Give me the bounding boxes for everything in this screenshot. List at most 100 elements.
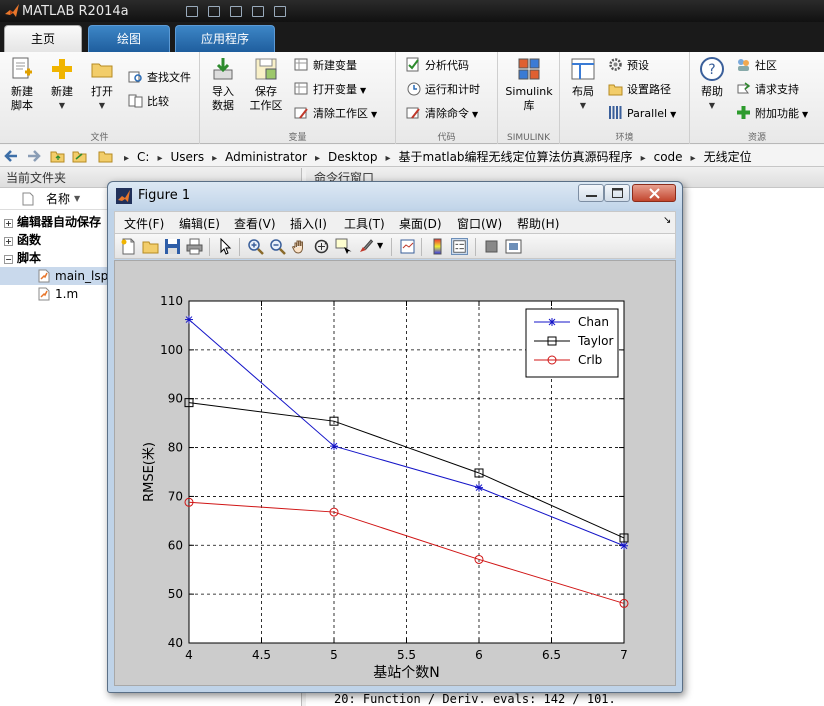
tab-plots[interactable]: 绘图 [88,25,170,52]
hide-plot-tools-icon[interactable] [483,238,500,255]
set-path-button[interactable]: 设置路径 [608,80,671,100]
compare-button[interactable]: 比较 [128,92,169,112]
menu-help[interactable]: 帮助(H) [517,215,559,232]
clear-workspace-button[interactable]: 清除工作区 ▼ [294,104,377,124]
browse-folder-icon[interactable] [72,149,87,163]
pointer-icon[interactable] [217,238,234,255]
data-cursor-icon[interactable] [335,238,352,255]
help-button[interactable]: ? 帮助 ▼ [696,56,728,113]
import-data-button[interactable]: 导入 数据 [206,56,240,113]
menu-file[interactable]: 文件(F) [124,215,164,232]
community-button[interactable]: 社区 [736,56,777,76]
tree-folder-item[interactable]: + 函数 [0,231,41,249]
print-icon[interactable] [186,238,203,255]
toolbar-separator [421,238,422,256]
y-tick-label: 100 [160,343,183,357]
menu-window[interactable]: 窗口(W) [457,215,502,232]
figure-toolbar: ▼ [114,233,676,259]
menu-desktop[interactable]: 桌面(D) [399,215,442,232]
breadcrumb-separator-icon: ▸ [690,153,696,164]
matlab-file-icon [38,269,50,283]
brush-icon[interactable] [357,238,374,255]
data-point-chan [185,315,193,324]
chevron-down-icon: ▼ [472,110,479,119]
tree-folder-item[interactable]: + 编辑器自动保存 [0,213,101,231]
figure-title-bar[interactable]: Figure 1 [108,182,682,209]
analyze-code-button[interactable]: 分析代码 [406,56,469,76]
legend-icon[interactable] [451,238,468,255]
breadcrumb-segment[interactable]: code [654,150,683,164]
quick-access-icon[interactable] [186,6,198,17]
breadcrumb-segment[interactable]: Administrator [225,150,307,164]
preferences-button[interactable]: 预设 [608,56,649,76]
breadcrumb-segment[interactable]: 无线定位 [704,148,752,165]
new-variable-button[interactable]: 新建变量 [294,56,357,76]
chevron-down-icon[interactable]: ▼ [377,241,383,250]
tree-folder-item[interactable]: − 脚本 [0,249,41,267]
run-and-time-button[interactable]: 运行和计时 [406,80,480,100]
up-folder-icon[interactable] [50,149,65,163]
parallel-button[interactable]: Parallel ▼ [608,104,676,124]
ribbon-tab-bar: 主页 绘图 应用程序 [0,22,824,52]
minimize-button[interactable] [578,184,604,202]
tab-home[interactable]: 主页 [4,25,82,52]
breadcrumb-segment[interactable]: 基于matlab编程无线定位算法仿真源码程序 [399,148,633,165]
close-button[interactable] [632,184,676,202]
folder-icon [91,63,113,78]
pan-hand-icon[interactable] [291,238,308,255]
addons-button[interactable]: 附加功能 ▼ [736,104,808,124]
quick-access-icon[interactable] [252,6,264,17]
new-figure-icon[interactable] [120,238,137,255]
layout-button[interactable]: 布局 ▼ [566,56,600,113]
open-file-icon[interactable] [142,238,159,255]
request-support-button[interactable]: 请求支持 [736,80,799,100]
quick-access-icon[interactable] [274,6,286,17]
chevron-down-icon: ▼ [371,110,378,119]
y-tick-label: 80 [168,441,183,455]
expand-icon[interactable]: + [4,219,13,228]
maximize-button[interactable] [604,184,630,202]
figure-canvas[interactable]: 4 4.5 5 5.5 6 6.5 7 40 50 60 70 80 90 100 110 基站个数N RMSE… [114,260,676,686]
menu-overflow-icon[interactable]: ↘ [663,215,671,226]
breadcrumb-segment[interactable]: C: [137,150,149,164]
menu-insert[interactable]: 插入(I) [290,215,327,232]
link-plot-icon[interactable] [399,238,416,255]
find-files-button[interactable]: 查找文件 [128,68,191,88]
expand-icon[interactable]: + [4,237,13,246]
save-workspace-button[interactable]: 保存 工作区 [246,56,286,113]
new-script-button[interactable]: 新建 脚本 [4,56,40,113]
folder-icon [98,151,113,163]
open-button[interactable]: 打开 ▼ [86,56,118,113]
forward-arrow-icon[interactable] [26,149,41,163]
open-variable-button[interactable]: 打开变量 ▼ [294,80,366,100]
colorbar-icon[interactable] [429,238,446,255]
rotate-3d-icon[interactable] [313,238,330,255]
y-tick-label: 90 [168,392,183,406]
breadcrumb-separator-icon: ▸ [385,153,391,164]
breadcrumb[interactable]: ▸ C: ▸ Users ▸ Administrator ▸ Desktop ▸ 基于matlab… [116,148,752,166]
breadcrumb-segment[interactable]: Desktop [328,150,378,164]
new-button[interactable]: 新建 ▼ [46,56,78,113]
quick-access-icon[interactable] [208,6,220,17]
menu-edit[interactable]: 编辑(E) [179,215,220,232]
back-arrow-icon[interactable] [4,149,19,163]
simulink-library-button[interactable]: Simulink 库 [504,56,554,113]
collapse-icon[interactable]: − [4,255,13,264]
clear-commands-button[interactable]: 清除命令 ▼ [406,104,478,124]
menu-view[interactable]: 查看(V) [234,215,276,232]
data-point-chan [620,541,628,550]
y-tick-label: 40 [168,636,183,650]
show-plot-tools-icon[interactable] [505,238,522,255]
zoom-out-icon[interactable] [269,238,286,255]
y-tick-label: 110 [160,294,183,308]
tree-file-item[interactable]: 1.m [0,285,78,303]
breadcrumb-segment[interactable]: Users [170,150,204,164]
quick-access-icon[interactable] [230,6,242,17]
menu-tools[interactable]: 工具(T) [344,215,385,232]
save-icon[interactable] [164,238,181,255]
tab-apps[interactable]: 应用程序 [175,25,275,52]
data-point-chan [475,483,483,492]
zoom-in-icon[interactable] [247,238,264,255]
line-chart[interactable]: 4 4.5 5 5.5 6 6.5 7 40 50 60 70 80 90 100 110 基站个数N RMSE… [115,261,677,687]
toolbar-separator [209,238,210,256]
